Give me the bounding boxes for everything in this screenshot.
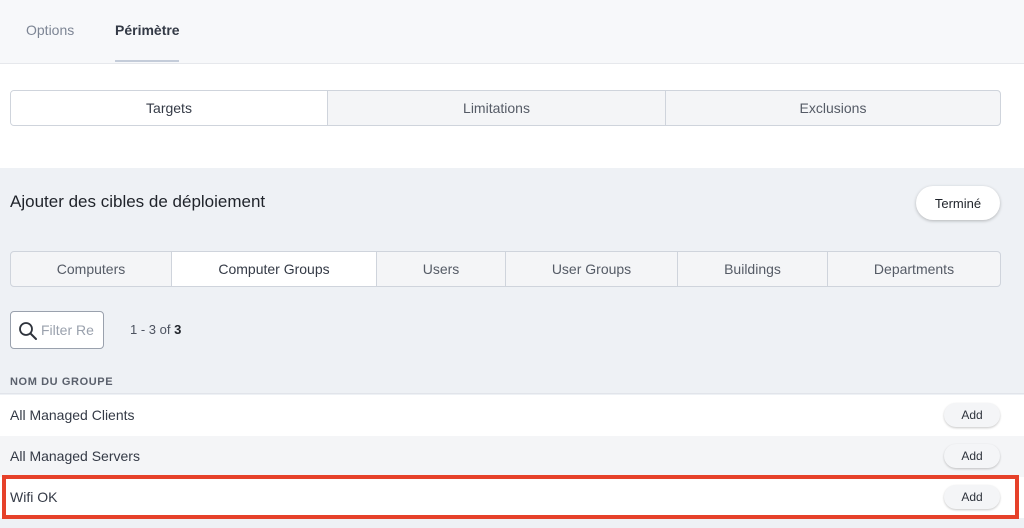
category-tab-computers[interactable]: Computers — [11, 252, 172, 286]
done-button[interactable]: Terminé — [916, 186, 1000, 220]
category-tab-user-groups[interactable]: User Groups — [506, 252, 678, 286]
filter-input[interactable] — [41, 320, 101, 340]
table-row: Wifi OK Add — [0, 477, 1024, 518]
top-tab-bar: Options Périmètre — [0, 0, 1024, 64]
table-row: All Managed Clients Add — [0, 395, 1024, 436]
pagination-total: 3 — [174, 322, 182, 337]
group-name: All Managed Clients — [10, 407, 135, 423]
category-tab-departments[interactable]: Departments — [828, 252, 1000, 286]
group-name: Wifi OK — [10, 489, 58, 505]
pagination-count: 1 - 3 of 3 — [130, 322, 181, 337]
filter-field[interactable] — [10, 311, 104, 349]
category-segmented-control: Computers Computer Groups Users User Gro… — [10, 251, 1001, 287]
add-button[interactable]: Add — [944, 403, 1000, 427]
active-tab-indicator — [115, 60, 179, 62]
group-name: All Managed Servers — [10, 448, 140, 464]
add-button[interactable]: Add — [944, 444, 1000, 468]
tab-options[interactable]: Options — [26, 22, 74, 38]
table-row: All Managed Servers Add — [0, 436, 1024, 477]
table-header: NOM DU GROUPE — [0, 368, 1024, 394]
category-tab-buildings[interactable]: Buildings — [678, 252, 828, 286]
panel-title: Ajouter des cibles de déploiement — [10, 192, 266, 211]
category-tab-users[interactable]: Users — [377, 252, 506, 286]
column-group-name: NOM DU GROUPE — [10, 376, 114, 388]
search-icon — [19, 322, 37, 340]
scope-tab-exclusions[interactable]: Exclusions — [666, 91, 1000, 125]
category-tab-computer-groups[interactable]: Computer Groups — [172, 252, 377, 286]
add-button[interactable]: Add — [944, 485, 1000, 509]
pagination-range: 1 - 3 of — [130, 322, 175, 337]
scope-segmented-control: Targets Limitations Exclusions — [10, 90, 1001, 126]
tab-perimetre[interactable]: Périmètre — [115, 22, 180, 38]
scope-tab-limitations[interactable]: Limitations — [328, 91, 666, 125]
scope-tab-targets[interactable]: Targets — [11, 91, 328, 125]
